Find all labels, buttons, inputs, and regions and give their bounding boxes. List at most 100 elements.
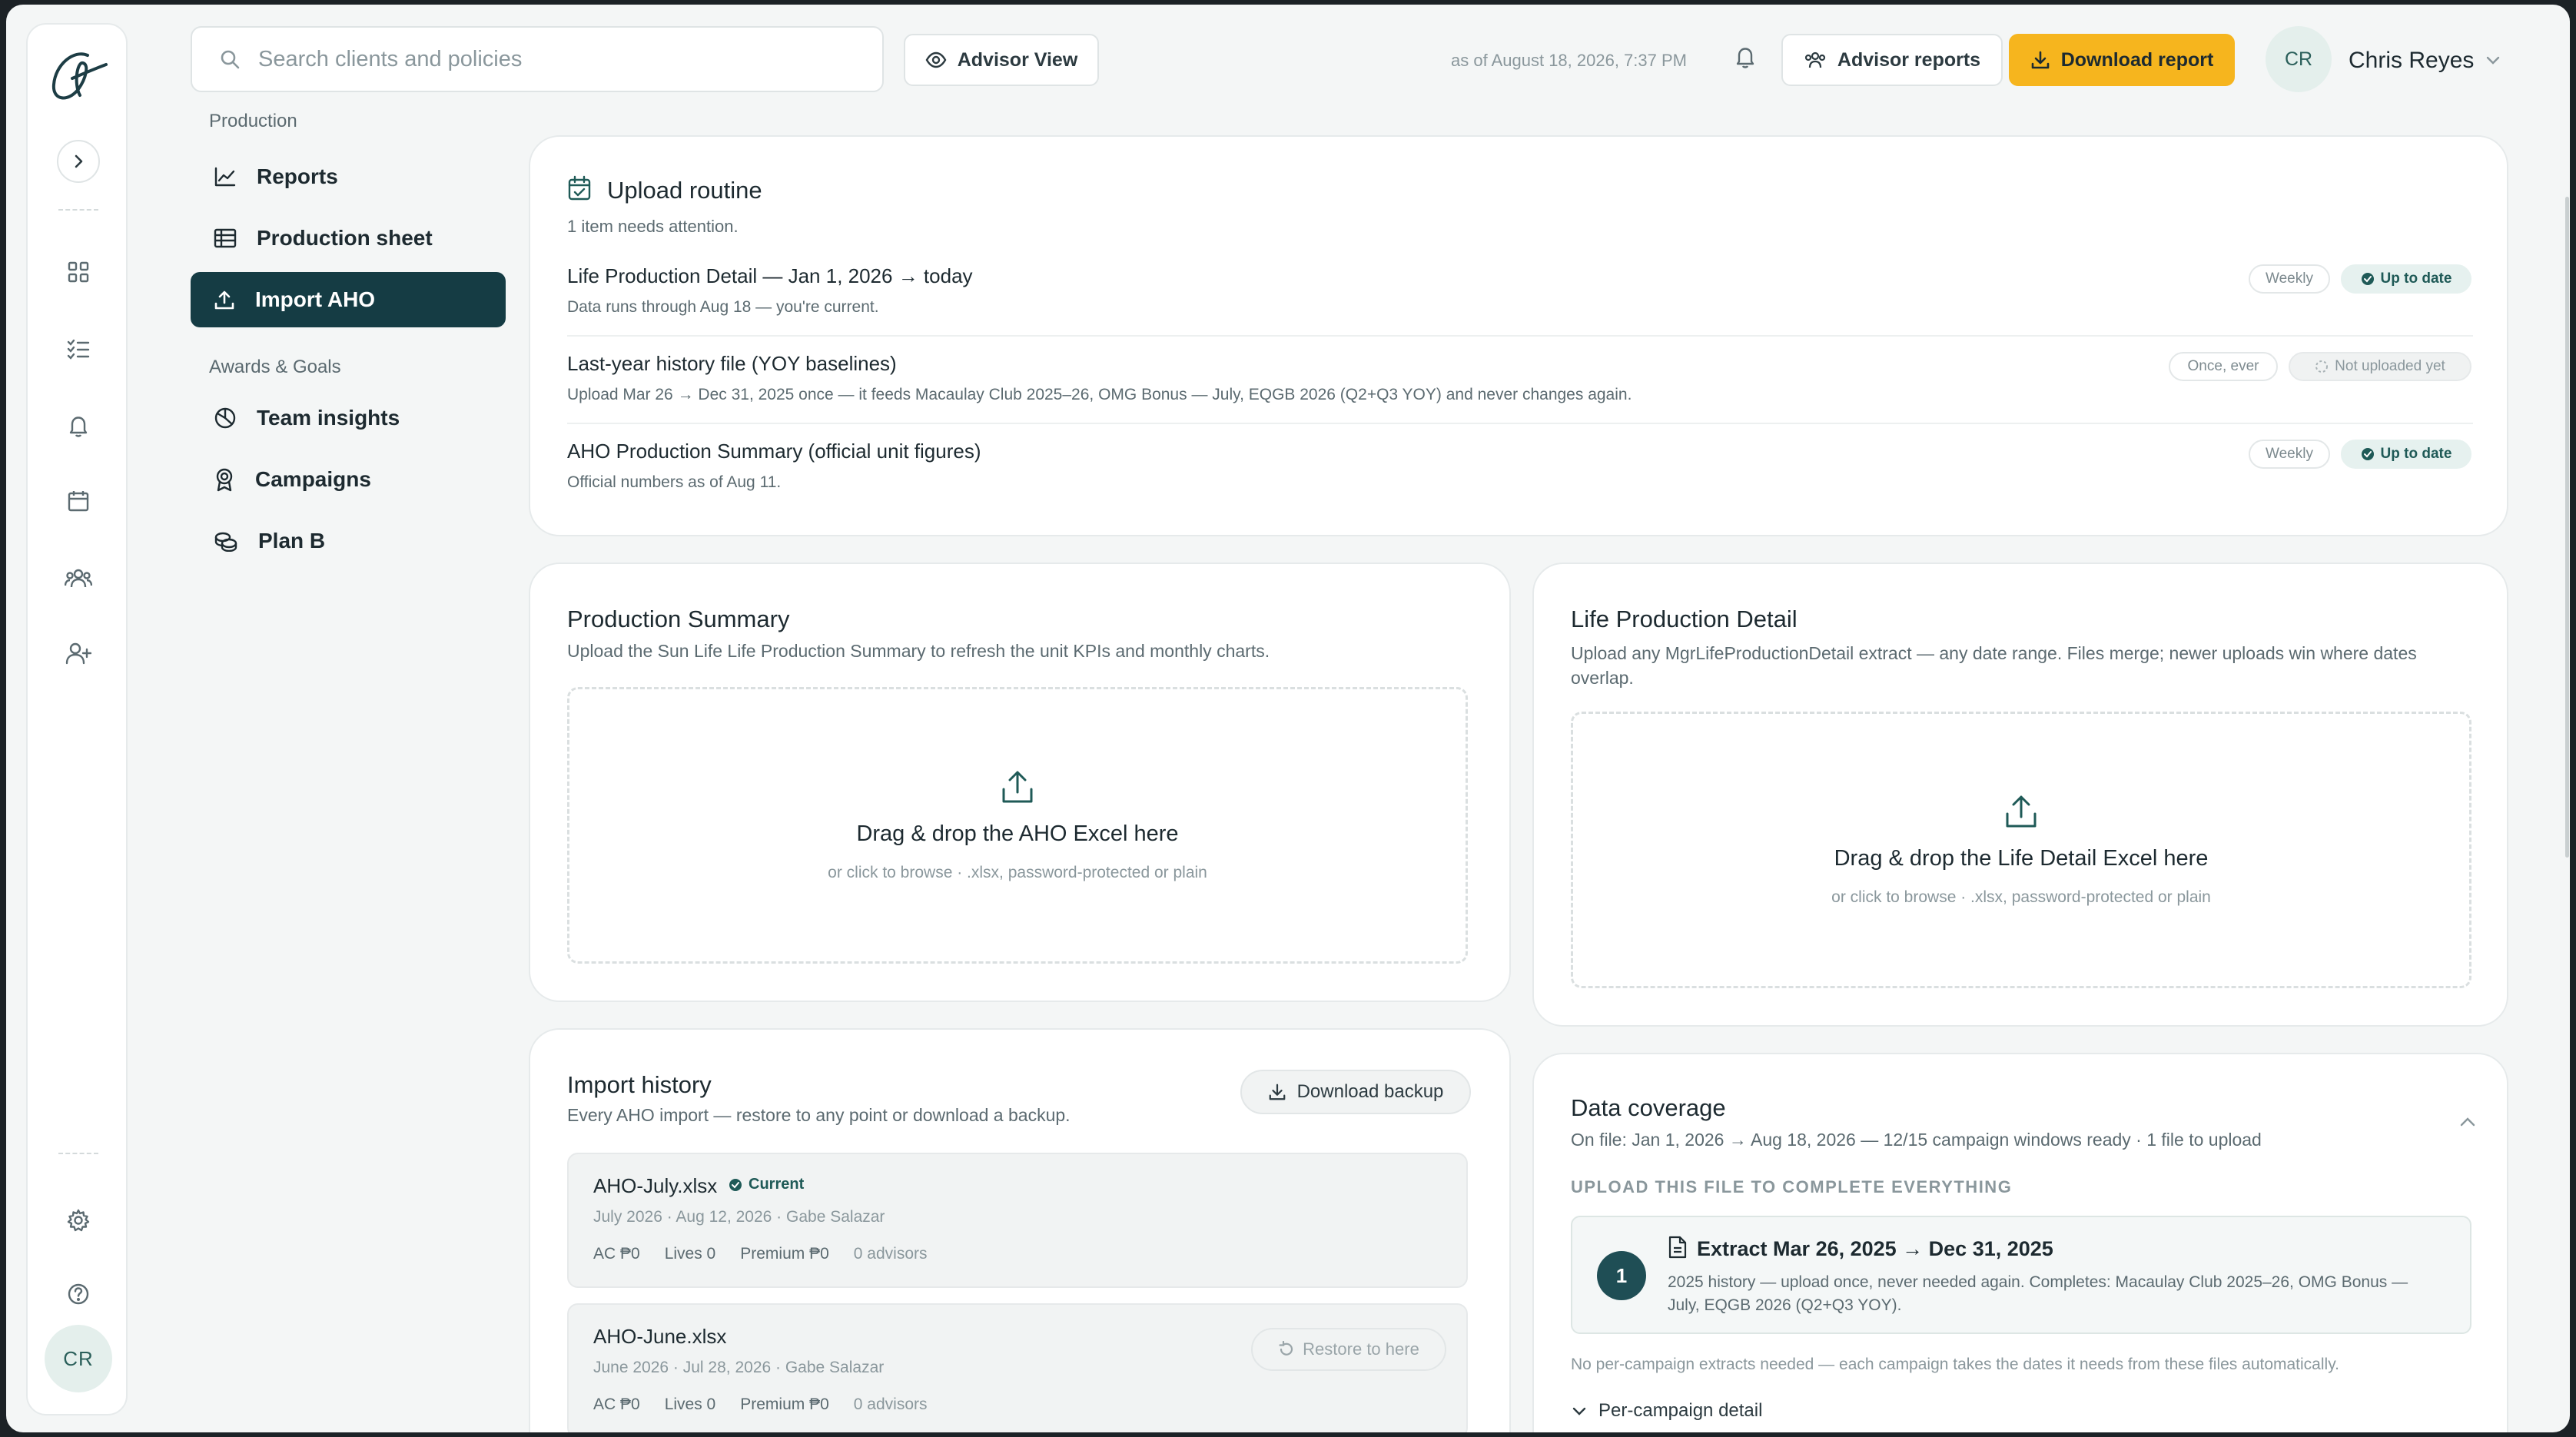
history-filename: AHO-June.xlsx: [593, 1325, 727, 1348]
nav-label: Production sheet: [257, 226, 433, 250]
collapse-chevron-up-icon[interactable]: [2458, 1113, 2478, 1135]
advisor-view-button[interactable]: Advisor View: [904, 34, 1099, 86]
expand-sidebar-button[interactable]: [57, 140, 100, 183]
nav-section-production: Production: [209, 111, 297, 131]
import-history-title: Import history: [567, 1071, 712, 1098]
nav-item-reports[interactable]: Reports: [191, 149, 506, 204]
file-icon: [1668, 1236, 1687, 1259]
nav-item-import-aho[interactable]: Import AHO: [191, 272, 506, 327]
search-icon: [221, 50, 240, 69]
dashboard-grid-icon[interactable]: [61, 255, 95, 289]
upload-icon: [214, 290, 234, 310]
history-filename: AHO-July.xlsx: [593, 1174, 718, 1197]
checklist-icon[interactable]: [61, 332, 95, 366]
stat-premium: Premium ₱0: [740, 1396, 829, 1413]
team-icon[interactable]: [61, 561, 95, 595]
download-backup-label: Download backup: [1296, 1081, 1444, 1102]
icon-rail: CR: [26, 23, 128, 1415]
stat-advisors: 0 advisors: [853, 1245, 928, 1263]
user-name[interactable]: Chris Reyes: [2349, 48, 2474, 74]
download-report-button[interactable]: Download report: [2009, 34, 2235, 86]
restore-icon: [1279, 1341, 1293, 1356]
nav-item-plan-b[interactable]: Plan B: [191, 513, 506, 569]
per-campaign-detail-toggle[interactable]: Per-campaign detail: [1571, 1400, 1762, 1422]
people-icon: [1804, 51, 1826, 68]
calendar-check-icon: [568, 175, 591, 201]
row-divider: [567, 423, 2473, 424]
pie-chart-icon: [214, 407, 236, 429]
chevron-right-icon: [75, 154, 83, 168]
coins-icon: [214, 532, 237, 552]
history-meta: July 2026 · Aug 12, 2026 · Gabe Salazar: [593, 1208, 885, 1226]
data-timestamp: as of August 18, 2026, 7:37 PM: [1451, 51, 1687, 70]
rail-avatar[interactable]: CR: [45, 1325, 112, 1392]
app-frame: CR Search clients and policies Advisor V…: [6, 5, 2570, 1432]
download-icon: [2031, 51, 2049, 69]
advisor-reports-label: Advisor reports: [1837, 48, 1981, 71]
search-input[interactable]: Search clients and policies: [191, 26, 884, 92]
settings-gear-icon[interactable]: [61, 1203, 95, 1237]
line-chart-icon: [214, 167, 236, 187]
step-description: 2025 history — upload once, never needed…: [1668, 1273, 2408, 1314]
current-badge-label: Current: [749, 1176, 805, 1193]
dropzone-hint: or click to browse · .xlsx, password-pro…: [828, 863, 1207, 881]
stat-ac: AC ₱0: [593, 1396, 640, 1413]
nav-section-awards: Awards & Goals: [209, 357, 341, 377]
history-item[interactable]: AHO-July.xlsx Current July 2026 · Aug 12…: [567, 1153, 1468, 1288]
history-item[interactable]: AHO-June.xlsx June 2026 · Jul 28, 2026 ·…: [567, 1303, 1468, 1432]
history-stats: AC ₱0 Lives 0 Premium ₱0 0 advisors: [593, 1245, 928, 1263]
routine-item-title: Life Production Detail — Jan 1, 2026 → t…: [567, 264, 973, 287]
routine-item-title: Last-year history file (YOY baselines): [567, 352, 897, 375]
history-meta: June 2026 · Jul 28, 2026 · Gabe Salazar: [593, 1359, 885, 1376]
routine-item-subtitle: Data runs through Aug 18 — you're curren…: [567, 298, 879, 316]
routine-item-subtitle: Official numbers as of Aug 11.: [567, 473, 782, 491]
nav-label: Plan B: [258, 529, 326, 553]
rail-divider: [58, 209, 98, 211]
row-divider: [567, 335, 2473, 337]
life-detail-title: Life Production Detail: [1571, 606, 1798, 632]
nav-item-production-sheet[interactable]: Production sheet: [191, 211, 506, 266]
brand-logo[interactable]: [43, 41, 114, 112]
required-upload-step[interactable]: 1 Extract Mar 26, 2025 → Dec 31, 2025 20…: [1571, 1216, 2471, 1334]
nav-item-team-insights[interactable]: Team insights: [191, 390, 506, 446]
aho-dropzone[interactable]: Drag & drop the AHO Excel here or click …: [567, 687, 1468, 964]
coverage-note: No per-campaign extracts needed — each c…: [1571, 1356, 2339, 1373]
nav-label: Reports: [257, 164, 338, 188]
nav-label: Campaigns: [255, 467, 371, 491]
check-circle-icon: [729, 1178, 742, 1191]
dropzone-title: Drag & drop the Life Detail Excel here: [1834, 845, 2209, 871]
stat-ac: AC ₱0: [593, 1245, 640, 1263]
history-stats: AC ₱0 Lives 0 Premium ₱0 0 advisors: [593, 1396, 928, 1414]
chevron-down-icon[interactable]: [2484, 51, 2502, 73]
notifications-bell-icon[interactable]: [1734, 45, 1757, 73]
life-production-detail-card: Life Production Detail Upload any MgrLif…: [1532, 563, 2508, 1027]
upload-routine-title: Upload routine: [607, 177, 762, 204]
pending-circle-icon: [2315, 360, 2329, 373]
calendar-icon[interactable]: [61, 484, 95, 518]
table-icon: [214, 228, 237, 248]
nav-item-campaigns[interactable]: Campaigns: [191, 452, 506, 507]
nav-label: Team insights: [257, 406, 400, 430]
upload-icon: [2006, 795, 2037, 827]
download-backup-button[interactable]: Download backup: [1240, 1070, 1471, 1114]
data-coverage-subtitle: On file: Jan 1, 2026 → Aug 18, 2026 — 12…: [1571, 1130, 2262, 1150]
nav-label: Import AHO: [255, 287, 376, 311]
add-user-icon[interactable]: [61, 636, 95, 670]
help-icon[interactable]: [61, 1277, 95, 1311]
step-title: Extract Mar 26, 2025 → Dec 31, 2025: [1697, 1237, 2053, 1260]
step-number: 1: [1597, 1251, 1646, 1300]
restore-button[interactable]: Restore to here: [1251, 1328, 1446, 1371]
page-scrollbar[interactable]: [2565, 197, 2569, 858]
advisor-reports-button[interactable]: Advisor reports: [1781, 34, 2003, 86]
coverage-section-heading: UPLOAD THIS FILE TO COMPLETE EVERYTHING: [1571, 1177, 2013, 1196]
eye-icon: [925, 51, 947, 68]
bell-icon[interactable]: [61, 409, 95, 443]
user-avatar[interactable]: CR: [2266, 26, 2332, 92]
import-history-subtitle: Every AHO import — restore to any point …: [567, 1105, 1071, 1125]
routine-item-title: AHO Production Summary (official unit fi…: [567, 440, 981, 463]
status-badge: Not uploaded yet: [2289, 352, 2471, 381]
stat-premium: Premium ₱0: [740, 1245, 829, 1263]
routine-item-subtitle: Upload Mar 26 → Dec 31, 2025 once — it f…: [567, 386, 1632, 403]
production-summary-card: Production Summary Upload the Sun Life L…: [529, 563, 1511, 1002]
life-detail-dropzone[interactable]: Drag & drop the Life Detail Excel here o…: [1571, 712, 2471, 988]
